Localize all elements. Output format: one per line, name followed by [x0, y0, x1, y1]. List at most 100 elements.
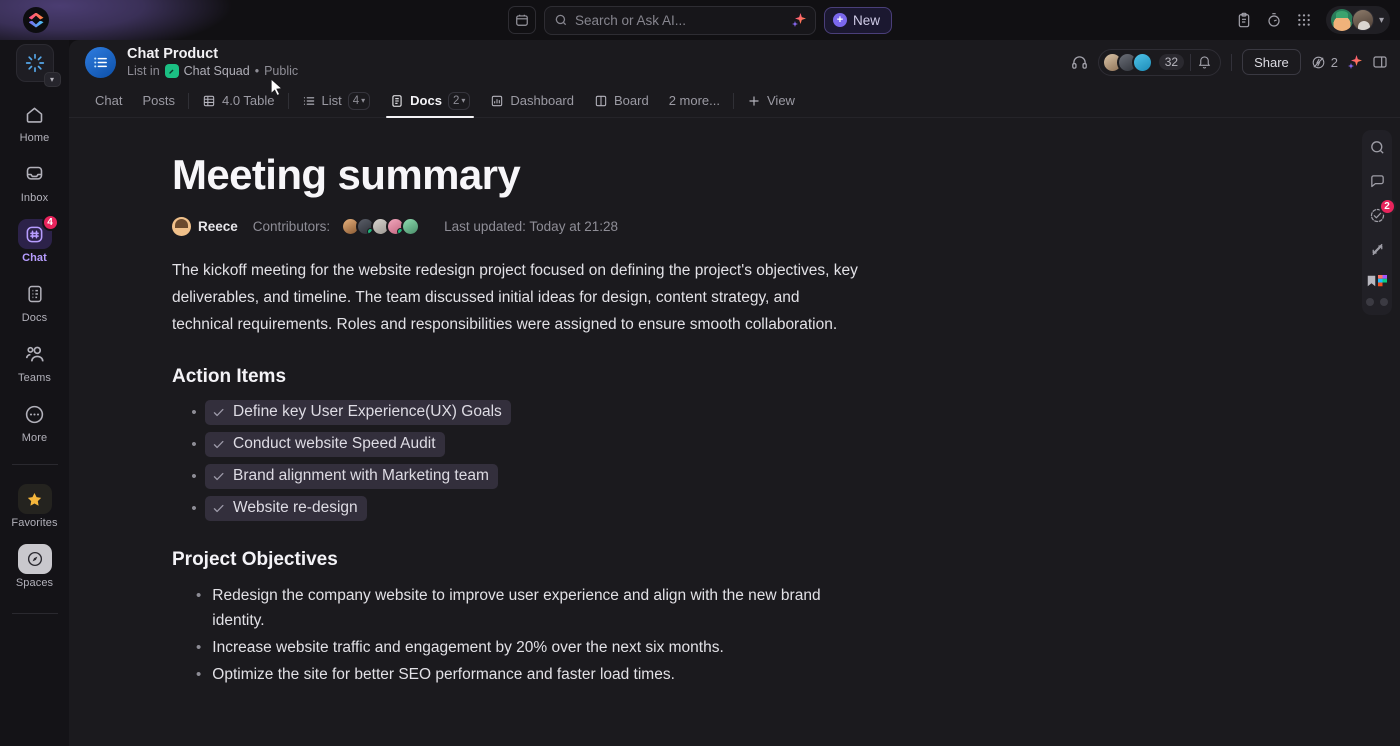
chevron-down-icon: ▾: [361, 96, 365, 105]
tab-more[interactable]: 2 more...: [659, 84, 730, 117]
share-button[interactable]: Share: [1242, 49, 1301, 75]
list-item[interactable]: • Optimize the site for better SEO perfo…: [172, 663, 1219, 688]
stopwatch-icon[interactable]: [1266, 12, 1282, 28]
sidebar-item-more[interactable]: More: [4, 394, 66, 448]
automation-indicator[interactable]: 2: [1311, 55, 1338, 70]
sidebar-item-label: Favorites: [11, 517, 57, 529]
list-item[interactable]: • Conduct website Speed Audit: [172, 432, 1219, 457]
view-tabs: Chat Posts 4.0 Table: [69, 84, 1400, 118]
bullet-icon: •: [183, 500, 205, 517]
member-avatars[interactable]: 32: [1098, 49, 1221, 76]
doc-intro-paragraph[interactable]: The kickoff meeting for the website rede…: [172, 258, 862, 338]
contributor-avatars[interactable]: [341, 217, 420, 236]
user-menu[interactable]: ▾: [1326, 6, 1390, 34]
tab-docs[interactable]: Docs 2 ▾: [380, 84, 480, 117]
list-header-actions: 32 Share: [1071, 49, 1388, 76]
doc-author[interactable]: Reece: [172, 217, 238, 236]
new-button[interactable]: + New: [824, 7, 892, 34]
tab-table[interactable]: 4.0 Table: [192, 84, 285, 117]
avatar-stack: [1102, 52, 1153, 73]
list-item[interactable]: • Redesign the company website to improv…: [172, 584, 1219, 634]
list-item[interactable]: • Define key User Experience(UX) Goals: [172, 400, 1219, 425]
objectives-list: • Redesign the company website to improv…: [172, 584, 1219, 687]
chevron-down-icon: ▾: [44, 72, 61, 87]
new-button-label: New: [853, 13, 880, 28]
search-icon[interactable]: [1369, 139, 1386, 156]
integrations-icon[interactable]: [1367, 275, 1387, 287]
tab-dashboard[interactable]: Dashboard: [480, 84, 584, 117]
doc-meta: Reece Contributors:: [172, 217, 1219, 236]
bullet-icon: •: [196, 663, 201, 688]
sidebar-item-docs[interactable]: Docs: [4, 274, 66, 328]
brand-logo[interactable]: [23, 7, 49, 33]
objective-text: Increase website traffic and engagement …: [212, 636, 724, 661]
tab-posts[interactable]: Posts: [132, 84, 185, 117]
sidebar-item-spaces[interactable]: Spaces: [4, 539, 66, 593]
sparkle-icon[interactable]: [792, 13, 806, 27]
bell-icon[interactable]: [1197, 55, 1212, 70]
chevron-down-icon: ▾: [1379, 15, 1384, 26]
sparkle-icon[interactable]: [1348, 55, 1362, 69]
task-badge: 2: [1379, 198, 1396, 215]
action-items-heading[interactable]: Action Items: [172, 366, 1219, 388]
check-icon[interactable]: [212, 438, 225, 451]
panel-toggle-icon[interactable]: [1372, 54, 1388, 70]
list-item[interactable]: • Website re-design: [172, 496, 1219, 521]
list-header: Chat Product List in Chat Squad • Public: [69, 40, 1400, 84]
task-chip[interactable]: Brand alignment with Marketing team: [205, 464, 498, 489]
search-input[interactable]: Search or Ask AI...: [544, 6, 816, 35]
doc-title[interactable]: Meeting summary: [172, 152, 1219, 198]
clipboard-icon[interactable]: [1236, 12, 1252, 28]
tab-label: 4.0 Table: [222, 93, 275, 108]
task-chip[interactable]: Website re-design: [205, 496, 367, 521]
tab-count-chip[interactable]: 2 ▾: [448, 92, 470, 110]
task-check-icon[interactable]: 2: [1369, 207, 1386, 224]
task-label: Conduct website Speed Audit: [233, 435, 436, 453]
add-view-button[interactable]: View: [737, 84, 805, 117]
tab-label: Board: [614, 93, 649, 108]
list-meta: Chat Product List in Chat Squad • Public: [127, 46, 298, 78]
doc-scroll-area[interactable]: Meeting summary Reece Contributors:: [69, 118, 1400, 746]
star-icon: [18, 484, 52, 514]
check-icon[interactable]: [212, 406, 225, 419]
list-item[interactable]: • Increase website traffic and engagemen…: [172, 636, 1219, 661]
list-avatar-icon: [85, 47, 116, 78]
share-button-label: Share: [1254, 55, 1289, 70]
task-chip[interactable]: Define key User Experience(UX) Goals: [205, 400, 511, 425]
list-item[interactable]: • Brand alignment with Marketing team: [172, 464, 1219, 489]
sidebar-item-favorites[interactable]: Favorites: [4, 479, 66, 533]
avatar: [1132, 52, 1153, 73]
comment-icon[interactable]: [1369, 173, 1386, 190]
task-chip[interactable]: Conduct website Speed Audit: [205, 432, 445, 457]
calendar-icon[interactable]: [508, 6, 536, 34]
topbar-right-actions: ▾: [1236, 6, 1390, 34]
tab-list[interactable]: List 4 ▾: [292, 84, 381, 117]
sidebar-item-chat[interactable]: 4 Chat: [4, 214, 66, 268]
doc-icon: [390, 94, 404, 108]
tab-label: Posts: [142, 93, 175, 108]
apps-grid-icon[interactable]: [1296, 12, 1312, 28]
list-icon: [302, 94, 316, 108]
check-icon[interactable]: [212, 502, 225, 515]
hash-chat-icon: 4: [18, 219, 52, 249]
sidebar-divider: [12, 464, 58, 465]
tab-board[interactable]: Board: [584, 84, 659, 117]
board-icon: [594, 94, 608, 108]
chat-badge: 4: [42, 214, 59, 231]
sidebar-item-label: Home: [20, 132, 50, 144]
objectives-heading[interactable]: Project Objectives: [172, 549, 1219, 571]
sidebar-item-home[interactable]: Home: [4, 94, 66, 148]
task-label: Define key User Experience(UX) Goals: [233, 403, 502, 421]
tab-chat[interactable]: Chat: [85, 84, 132, 117]
headphones-icon[interactable]: [1071, 54, 1088, 71]
breadcrumb-space[interactable]: Chat Squad: [184, 64, 250, 78]
workspace-switcher[interactable]: ▾: [16, 44, 54, 82]
search-cluster: Search or Ask AI... + New: [508, 6, 892, 35]
sidebar-item-teams[interactable]: Teams: [4, 334, 66, 388]
sidebar-item-inbox[interactable]: Inbox: [4, 154, 66, 208]
tab-count-chip[interactable]: 4 ▾: [348, 92, 370, 110]
relationships-icon[interactable]: [1369, 241, 1386, 258]
bullet-icon: •: [183, 404, 205, 421]
check-icon[interactable]: [212, 470, 225, 483]
sidebar-item-label: Docs: [22, 312, 47, 324]
